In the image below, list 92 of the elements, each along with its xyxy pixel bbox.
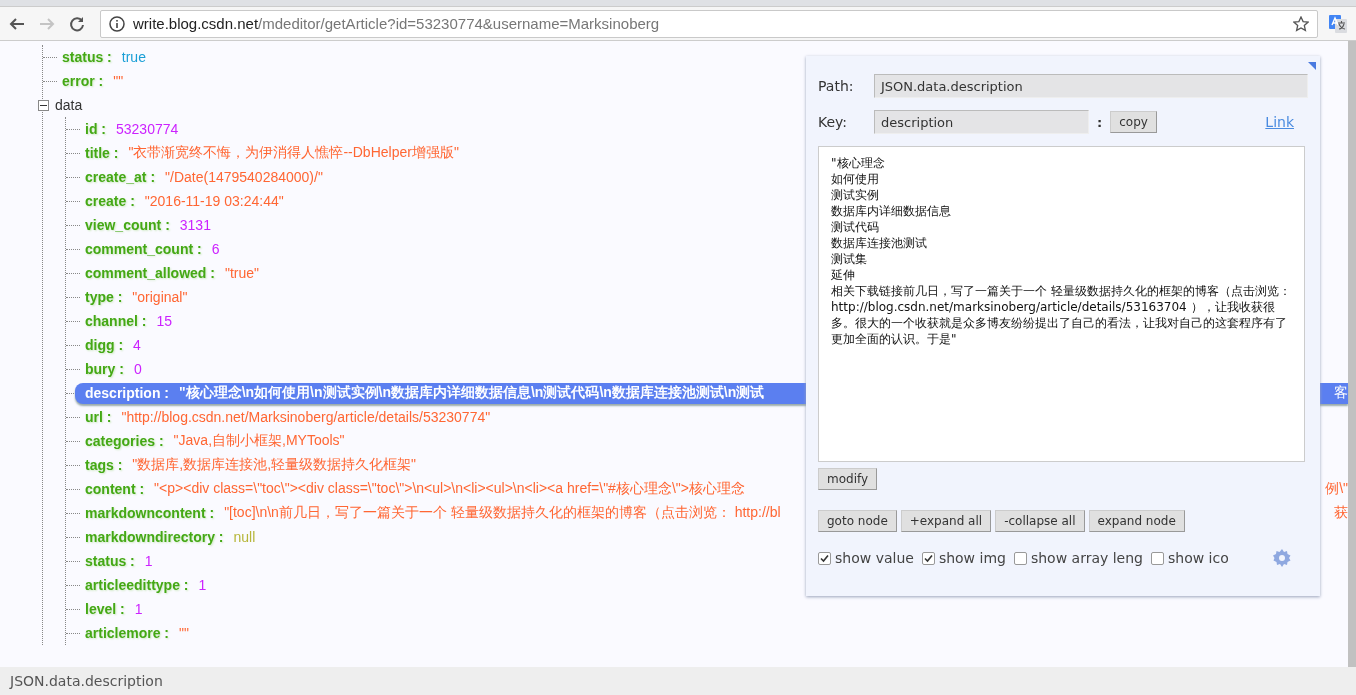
tree-value: 获: [1334, 504, 1348, 522]
star-icon[interactable]: [1293, 15, 1309, 32]
tree-value: 例\": [1325, 480, 1348, 498]
translate-extension-icon[interactable]: [1328, 13, 1348, 34]
tree-key[interactable]: id :: [85, 121, 106, 137]
tree-key[interactable]: url :: [85, 409, 112, 425]
tree-value: "original": [132, 289, 188, 305]
tree-value: "http://blog.csdn.net/Marksinoberg/article/details/53230774": [121, 409, 491, 425]
tree-value: 1: [198, 577, 207, 593]
tree-value: 3131: [179, 217, 211, 233]
tree-value: "数据库,数据库连接池,轻量级数据持久化框架": [132, 456, 417, 474]
link[interactable]: Link: [1265, 114, 1294, 130]
colon-separator: :: [1097, 114, 1103, 130]
tree-key[interactable]: tags :: [85, 457, 123, 473]
value-text-line: 如何使用: [831, 171, 880, 187]
tree-key[interactable]: title :: [85, 145, 119, 161]
tree-key[interactable]: view_count :: [85, 217, 170, 233]
tree-key[interactable]: level :: [85, 601, 125, 617]
tree-value: "": [113, 73, 124, 89]
tree-node-name[interactable]: data: [55, 97, 83, 113]
option-label: show img: [938, 550, 1006, 566]
tree-value: true: [121, 49, 146, 65]
tree-value: "Java,自制小框架,MYTools": [173, 432, 345, 450]
tree-value: 15: [156, 313, 173, 329]
checkbox[interactable]: [818, 551, 831, 565]
tree-key[interactable]: markdowncontent :: [85, 505, 215, 521]
status-bar: JSON.data.description: [0, 667, 1356, 695]
tree-value: "/Date(1479540284000)/": [165, 169, 323, 185]
checkbox[interactable]: [1013, 551, 1027, 565]
value-text-line: "核心理念: [831, 155, 886, 171]
tree-key[interactable]: error :: [62, 73, 104, 89]
tree-key[interactable]: create :: [85, 193, 135, 209]
corner-triangle-icon[interactable]: [1308, 62, 1316, 70]
key-label: Key:: [818, 114, 849, 130]
tree-value: "衣带渐宽终不悔，为伊消得人憔悴--DbHelper增强版": [128, 144, 459, 162]
tree-value: 4: [133, 337, 141, 353]
value-textarea[interactable]: [818, 146, 1305, 462]
value-text-line: 相关下载链接前几日，写了一篇关于一个 轻量级数据持久化的框架的博客（点击浏览： http://blog.csdn.net/marksinoberg/article/details/53163704 ），让我收获很多。很大的一个收获就是众多博友纷纷提出了自己的看法，让我对自己的这套程序有了更加全面的认识。于是": [831, 283, 1292, 347]
tree-value: 0: [133, 361, 142, 377]
tree-key[interactable]: status :: [62, 49, 112, 65]
value-text-line: 测试代码: [831, 219, 880, 235]
tree-key[interactable]: categories :: [85, 433, 164, 449]
action-button[interactable]: +expand all: [900, 510, 992, 532]
tree-value: 1: [144, 553, 153, 569]
tree-key[interactable]: markdowndirectory :: [85, 529, 224, 545]
url-host: write.blog.csdn.net: [133, 15, 259, 32]
tree-key[interactable]: articlemore :: [85, 625, 170, 641]
checkbox[interactable]: [1151, 551, 1164, 565]
path-field[interactable]: JSON.data.description: [873, 74, 1308, 98]
tree-value: 53230774: [116, 121, 179, 137]
scrollbar[interactable]: [1348, 41, 1356, 667]
info-icon[interactable]: [109, 15, 125, 32]
action-button[interactable]: goto node: [818, 510, 897, 532]
address-bar[interactable]: write.blog.csdn.net/mdeditor/getArticle?id=53230774&username=Marksinoberg: [100, 9, 1318, 38]
key-field[interactable]: description: [874, 110, 1089, 134]
value-text-line: 数据库连接池测试: [831, 235, 928, 251]
tree-key[interactable]: content :: [85, 481, 145, 497]
checkbox[interactable]: [921, 551, 935, 565]
value-text-line: 测试集: [831, 251, 868, 267]
option-label: show array leng: [1030, 550, 1143, 566]
url-path: /mdeditor/getArticle?id=53230774&username=Marksinoberg: [258, 15, 660, 32]
tree-value: "<p><div class=\"toc\"><div class=\"toc\">\n<ul>\n<li><ul>\n<li><a href=\"#核心理念\">核心理念: [154, 480, 745, 498]
option-label: show value: [835, 550, 914, 566]
tree-value: "2016-11-19 03:24:44": [144, 193, 284, 209]
tree-value: "true": [224, 265, 259, 281]
tree-value: 6: [211, 241, 220, 257]
tree-value: 客: [1334, 384, 1348, 402]
tree-key[interactable]: bury :: [85, 361, 124, 377]
action-button[interactable]: -collapse all: [995, 510, 1085, 532]
tree-key[interactable]: comment_allowed :: [85, 265, 215, 281]
path-label: Path:: [818, 78, 855, 94]
tree-key[interactable]: status :: [85, 553, 135, 569]
tree-value: "核心理念\n如何使用\n测试实例\n数据库内详细数据信息\n测试代码\n数据库连接池测试\n测试: [179, 384, 765, 402]
tree-key[interactable]: channel :: [85, 313, 147, 329]
tree-value: null: [233, 529, 256, 545]
option-label: show ico: [1168, 550, 1229, 566]
tree-key[interactable]: digg :: [85, 337, 124, 353]
tree-key[interactable]: create_at :: [85, 169, 156, 185]
value-text-line: 测试实例: [831, 187, 880, 203]
tree-value: "": [179, 625, 189, 641]
tree-key[interactable]: type :: [85, 289, 123, 305]
action-button[interactable]: expand node: [1088, 510, 1185, 532]
tree-key[interactable]: description :: [85, 385, 169, 401]
modify-button[interactable]: modify: [818, 468, 878, 490]
value-text-line: 延伸: [831, 267, 856, 283]
tree-key[interactable]: articleedittype :: [85, 577, 189, 593]
tree-value: 1: [134, 601, 143, 617]
copy-button[interactable]: copy: [1110, 111, 1157, 133]
tree-key[interactable]: comment_count :: [85, 241, 202, 257]
value-text-line: 数据库内详细数据信息: [831, 203, 952, 219]
tree-value: "[toc]\n\n前几日，写了一篇关于一个 轻量级数据持久化的框架的博客（点击浏览： http://bl: [224, 504, 781, 522]
collapse-toggle-icon[interactable]: [38, 99, 49, 111]
